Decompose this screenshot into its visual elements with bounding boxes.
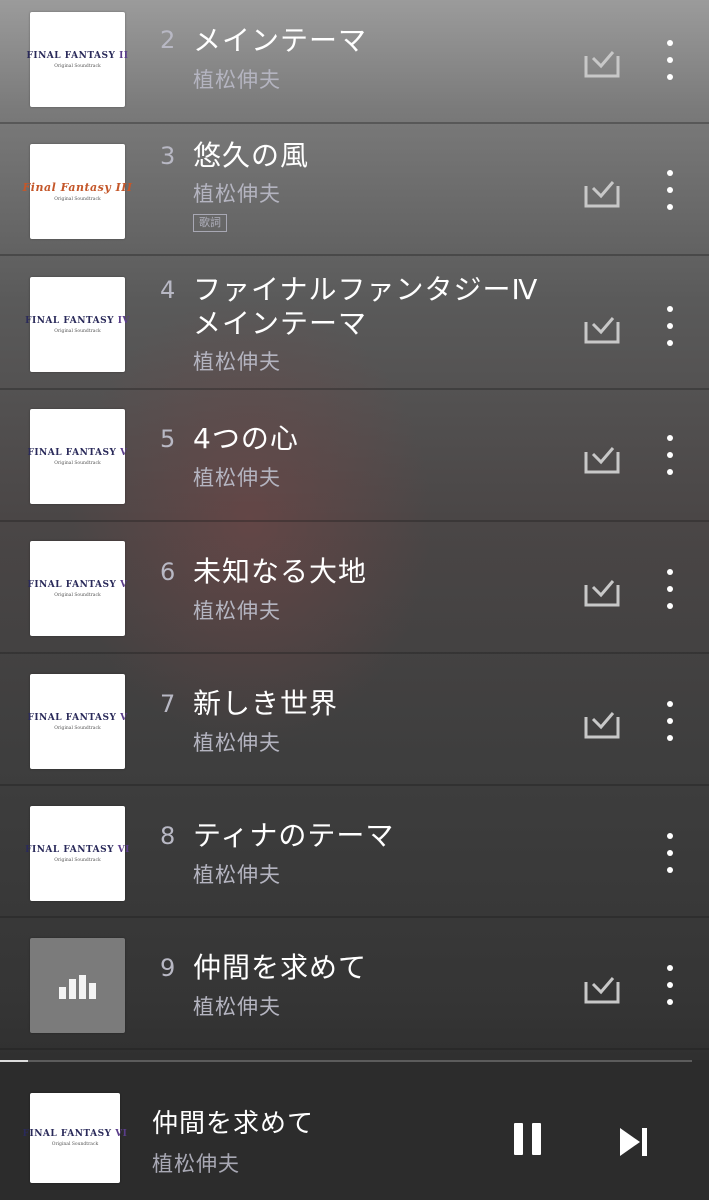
track-list: FINAL FANTASY II Original Soundtrack 2 メ… [0,0,709,1060]
track-artist: 植松伸夫 [193,68,281,92]
player-artist: 植松伸夫 [152,1152,240,1176]
track-title: ファイナルファンタジーⅣ メインテーマ [193,273,539,340]
lyrics-badge: 歌詞 [193,214,227,232]
track-row[interactable]: Final Fantasy III Original Soundtrack 3 … [0,124,709,256]
track-row[interactable]: FINAL FANTASY V Original Soundtrack 6 未知… [0,522,709,654]
equalizer-icon [59,974,96,999]
more-vertical-icon[interactable] [660,435,680,475]
album-art: FINAL FANTASY VI Original Soundtrack [25,806,129,901]
track-artist: 植松伸夫 [193,350,281,374]
track-artist: 植松伸夫 [193,466,281,490]
download-done-icon[interactable] [583,172,621,210]
track-row[interactable]: FINAL FANTASY V Original Soundtrack 5 4つ… [0,390,709,522]
track-artist: 植松伸夫 [193,599,281,623]
track-number: 6 [160,558,176,586]
track-row[interactable]: FINAL FANTASY IV Original Soundtrack 4 フ… [0,256,709,390]
track-number: 2 [160,26,176,54]
player-album-art[interactable]: FINAL FANTASY VI Original Soundtrack [23,1093,127,1183]
album-art: FINAL FANTASY IV Original Soundtrack [25,277,129,372]
mini-player[interactable]: FINAL FANTASY VI Original Soundtrack 仲間を… [0,1060,709,1200]
more-vertical-icon[interactable] [660,701,680,741]
more-vertical-icon[interactable] [660,833,680,873]
track-number: 3 [160,142,176,170]
track-row[interactable]: FINAL FANTASY VI Original Soundtrack 8 テ… [0,786,709,918]
album-art: Final Fantasy III Original Soundtrack [22,144,132,239]
track-artist: 植松伸夫 [193,182,281,206]
track-artist: 植松伸夫 [193,863,281,887]
track-title: 仲間を求めて [193,951,368,984]
track-row-now-playing[interactable]: 9 仲間を求めて 植松伸夫 [0,918,709,1050]
track-number: 9 [160,954,176,982]
progress-fill [0,1060,28,1062]
track-number: 5 [160,425,176,453]
progress-bar[interactable] [0,1060,692,1062]
album-art [30,938,125,1033]
track-number: 4 [160,276,176,304]
track-number: 8 [160,822,176,850]
track-title: ティナのテーマ [193,819,395,852]
track-title: 未知なる大地 [193,555,368,588]
track-title: 悠久の風 [193,139,310,172]
track-title: メインテーマ [193,24,368,57]
more-vertical-icon[interactable] [660,306,680,346]
track-title: 4つの心 [193,422,299,455]
track-row[interactable]: FINAL FANTASY II Original Soundtrack 2 メ… [0,0,709,124]
more-vertical-icon[interactable] [660,40,680,80]
download-done-icon[interactable] [583,571,621,609]
album-art: FINAL FANTASY II Original Soundtrack [26,12,128,107]
download-done-icon[interactable] [583,438,621,476]
track-number: 7 [160,690,176,718]
more-vertical-icon[interactable] [660,170,680,210]
track-artist: 植松伸夫 [193,995,281,1019]
pause-icon [514,1123,523,1155]
track-artist: 植松伸夫 [193,731,281,755]
track-row[interactable]: FINAL FANTASY V Original Soundtrack 7 新し… [0,654,709,786]
pause-button[interactable] [508,1120,548,1160]
track-title: 新しき世界 [193,687,339,720]
more-vertical-icon[interactable] [660,965,680,1005]
download-done-icon[interactable] [583,42,621,80]
album-art: FINAL FANTASY V Original Soundtrack [27,674,127,769]
download-done-icon[interactable] [583,703,621,741]
album-art: FINAL FANTASY V Original Soundtrack [27,541,127,636]
player-track-title[interactable]: 仲間を求めて [152,1103,314,1140]
skip-next-icon[interactable] [614,1122,654,1162]
album-art: FINAL FANTASY V Original Soundtrack [27,409,127,504]
download-done-icon[interactable] [583,968,621,1006]
download-done-icon[interactable] [583,308,621,346]
more-vertical-icon[interactable] [660,569,680,609]
